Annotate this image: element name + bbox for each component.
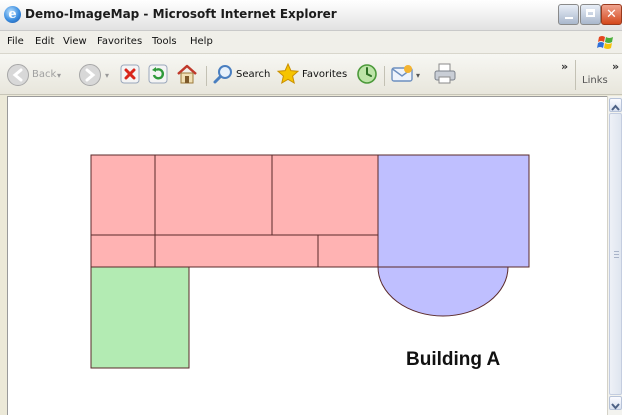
menu-file[interactable]: File xyxy=(7,36,24,47)
favorites-button[interactable]: Favorites xyxy=(276,62,348,88)
chevron-down-icon xyxy=(611,403,620,410)
star-icon xyxy=(276,62,300,85)
search-button[interactable]: Search xyxy=(212,62,272,88)
stop-icon[interactable] xyxy=(120,64,140,84)
room-red-1[interactable] xyxy=(90,154,156,236)
room-red-4[interactable] xyxy=(90,234,156,268)
print-icon[interactable] xyxy=(433,62,457,86)
building-label: Building A xyxy=(406,349,501,370)
minimize-button[interactable] xyxy=(558,4,579,25)
refresh-icon[interactable] xyxy=(148,64,168,84)
room-red-2[interactable] xyxy=(154,154,273,236)
mail-button[interactable]: ▾ xyxy=(390,62,426,88)
menu-bar: File Edit View Favorites Tools Help xyxy=(0,31,622,54)
scroll-grip xyxy=(614,251,619,259)
maximize-button[interactable] xyxy=(580,4,601,25)
title-bar[interactable]: e Demo-ImageMap - Microsoft Internet Exp… xyxy=(0,0,622,31)
room-red-6[interactable] xyxy=(317,234,379,268)
scroll-thumb[interactable] xyxy=(609,113,622,395)
forward-dropdown-icon[interactable]: ▾ xyxy=(105,71,109,80)
scroll-up-button[interactable] xyxy=(609,98,622,112)
links-overflow-icon[interactable]: » xyxy=(612,60,619,73)
toolbar-separator xyxy=(384,66,385,86)
browser-window: e Demo-ImageMap - Microsoft Internet Exp… xyxy=(0,0,622,415)
forward-button[interactable]: ▾ xyxy=(78,62,116,88)
minimize-icon xyxy=(564,17,573,19)
favorites-label: Favorites xyxy=(302,69,348,80)
maximize-icon xyxy=(586,9,595,17)
menu-tools[interactable]: Tools xyxy=(152,36,177,47)
toolbar-separator xyxy=(206,66,207,86)
room-green[interactable] xyxy=(90,266,190,369)
page-content: Building A xyxy=(7,96,607,415)
building-image-map xyxy=(90,154,530,369)
back-button[interactable]: Back ▾ xyxy=(4,62,66,88)
search-label: Search xyxy=(236,69,271,80)
mail-dropdown-icon[interactable]: ▾ xyxy=(416,71,420,80)
media-icon[interactable] xyxy=(356,63,378,85)
search-icon xyxy=(213,65,232,84)
links-label[interactable]: Links xyxy=(582,75,608,86)
mail-icon xyxy=(391,65,413,82)
back-label: Back xyxy=(32,69,57,80)
toolbar: Back ▾ ▾ Search Favorites ▾ » Links » xyxy=(0,54,622,95)
home-icon[interactable] xyxy=(176,63,198,85)
room-blue-semicircle[interactable] xyxy=(377,266,509,317)
window-title: Demo-ImageMap - Microsoft Internet Explo… xyxy=(25,7,337,21)
menu-favorites[interactable]: Favorites xyxy=(97,36,142,47)
close-button[interactable]: ✕ xyxy=(601,4,622,25)
room-red-3[interactable] xyxy=(271,154,379,236)
ie-logo-icon: e xyxy=(4,6,21,23)
menu-edit[interactable]: Edit xyxy=(35,36,54,47)
vertical-scrollbar[interactable] xyxy=(607,96,622,415)
forward-arrow-icon xyxy=(79,64,101,86)
room-red-5[interactable] xyxy=(154,234,319,268)
menu-help[interactable]: Help xyxy=(190,36,213,47)
back-dropdown-icon[interactable]: ▾ xyxy=(57,71,61,80)
toolbar-overflow-icon[interactable]: » xyxy=(561,60,568,73)
menu-view[interactable]: View xyxy=(63,36,87,47)
toolbar-separator xyxy=(575,60,576,90)
close-icon: ✕ xyxy=(606,7,617,22)
room-blue[interactable] xyxy=(377,154,530,268)
windows-flag-icon xyxy=(597,36,613,49)
scroll-down-button[interactable] xyxy=(609,396,622,410)
back-arrow-icon xyxy=(7,64,29,86)
